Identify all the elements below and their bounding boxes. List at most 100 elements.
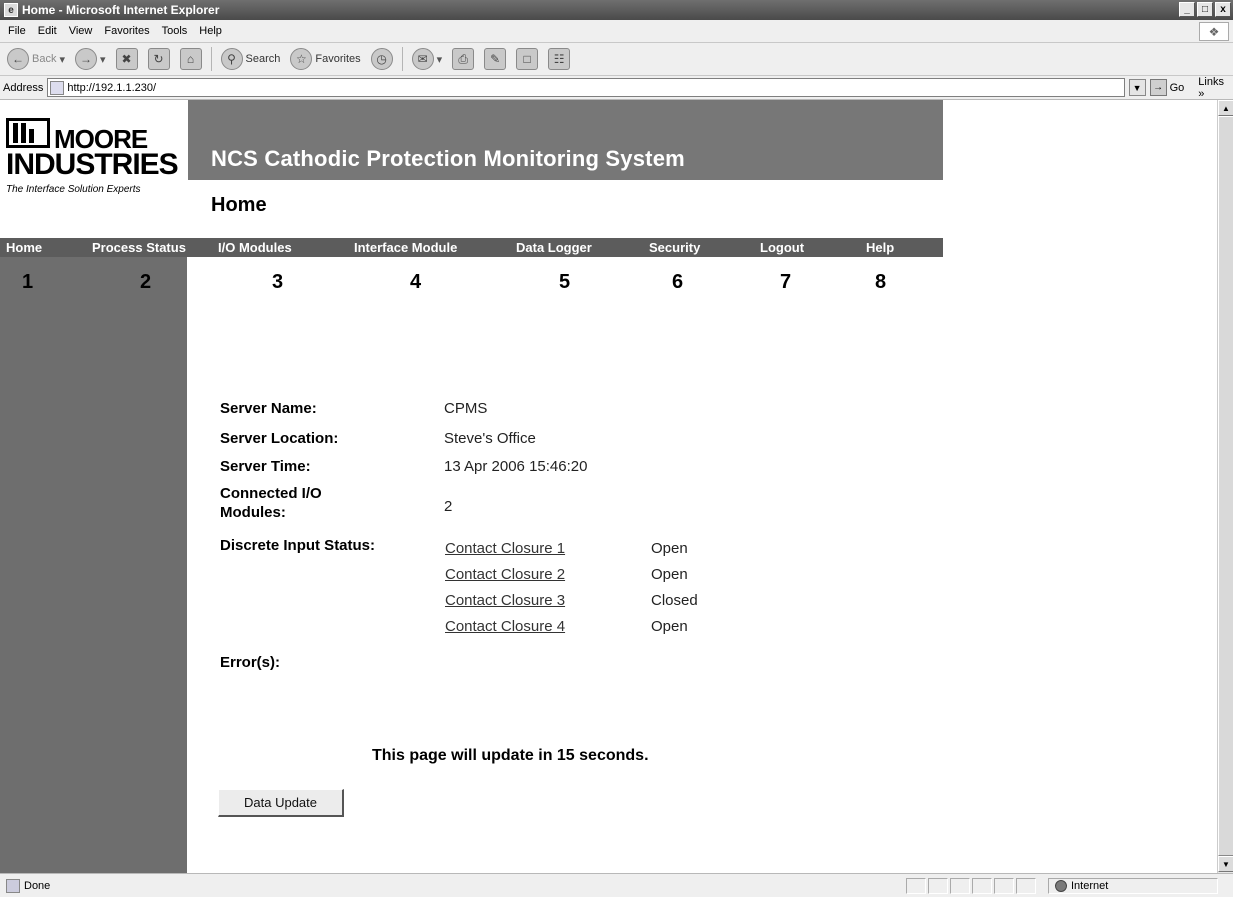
discuss-button[interactable]: □: [513, 46, 541, 72]
errors-label: Error(s):: [220, 654, 281, 671]
mail-button[interactable]: ✉ ▾: [409, 46, 446, 72]
nav-help[interactable]: Help: [866, 240, 894, 255]
data-update-button[interactable]: Data Update: [218, 789, 344, 817]
addressbar: Address http://192.1.1.230/ ▼ → Go Links…: [0, 76, 1233, 100]
status-panel: [1016, 878, 1036, 894]
maximize-button[interactable]: □: [1197, 2, 1213, 17]
contact-closure-1-state: Open: [651, 540, 688, 557]
nav-io-modules[interactable]: I/O Modules: [218, 240, 292, 255]
status-panel: [994, 878, 1014, 894]
forward-button[interactable]: → ▾: [72, 46, 109, 72]
connected-modules-label-line1: Connected I/O: [220, 485, 322, 502]
server-location-value: Steve's Office: [444, 430, 536, 447]
site-title: NCS Cathodic Protection Monitoring Syste…: [211, 146, 685, 171]
menubar: File Edit View Favorites Tools Help ❖: [0, 20, 1233, 43]
server-name-value: CPMS: [444, 400, 488, 417]
status-text: Done: [6, 878, 51, 893]
go-button[interactable]: → Go: [1149, 79, 1185, 96]
star-icon: ☆: [290, 48, 313, 70]
logo-industries-text: INDUSTRIES: [6, 148, 179, 181]
stop-button[interactable]: ✖: [113, 46, 141, 72]
scroll-up-icon[interactable]: ▲: [1218, 100, 1233, 116]
nav-number-2: 2: [140, 271, 152, 293]
discrete-input-status-label: Discrete Input Status:: [220, 537, 376, 554]
menu-view[interactable]: View: [63, 25, 99, 37]
page-title: Home: [211, 194, 267, 216]
nav-interface-module[interactable]: Interface Module: [354, 240, 457, 255]
page-done-icon: [6, 878, 20, 893]
close-button[interactable]: x: [1215, 2, 1231, 17]
moore-industries-logo: MOORE INDUSTRIES The Interface Solution …: [4, 110, 184, 202]
statusbar: Done Internet: [0, 873, 1233, 897]
chevron-down-icon: ▾: [59, 53, 65, 66]
server-name-label: Server Name:: [220, 400, 317, 417]
nav-number-4: 4: [410, 271, 422, 293]
nav-process-status[interactable]: Process Status: [92, 240, 186, 255]
search-button[interactable]: ⚲ Search: [218, 46, 284, 72]
scroll-down-icon[interactable]: ▼: [1218, 856, 1233, 872]
nav-number-8: 8: [875, 271, 887, 293]
page-icon: [50, 80, 65, 95]
chevron-down-icon: ▾: [436, 53, 443, 66]
contact-closure-1-link[interactable]: Contact Closure 1: [445, 540, 565, 557]
research-button[interactable]: ☷: [545, 46, 573, 72]
nav-number-1: 1: [22, 271, 34, 293]
address-dropdown-button[interactable]: ▼: [1128, 79, 1146, 96]
links-button[interactable]: Links »: [1198, 76, 1233, 100]
globe-icon: [1055, 880, 1067, 892]
history-icon: ◷: [370, 48, 393, 70]
back-button[interactable]: ← Back ▾: [4, 46, 68, 72]
home-icon: ⌂: [179, 48, 202, 70]
contact-closure-2-link[interactable]: Contact Closure 2: [445, 566, 565, 583]
scroll-thumb[interactable]: [1218, 116, 1233, 856]
go-label: Go: [1169, 81, 1185, 94]
home-button[interactable]: ⌂: [177, 46, 205, 72]
status-panels: [906, 878, 1036, 894]
window-title: Home - Microsoft Internet Explorer: [22, 3, 220, 17]
contact-closure-4-link[interactable]: Contact Closure 4: [445, 618, 565, 635]
logo-mark-icon: [6, 118, 50, 148]
contact-closure-4-state: Open: [651, 618, 688, 635]
toolbar-separator: [401, 47, 403, 71]
favorites-button[interactable]: ☆ Favorites: [287, 46, 363, 72]
nav-logout[interactable]: Logout: [760, 240, 804, 255]
vertical-scrollbar[interactable]: ▲ ▼: [1217, 100, 1233, 873]
refresh-button[interactable]: ↻: [145, 46, 173, 72]
menu-file[interactable]: File: [2, 25, 32, 37]
toolbar-separator: [210, 47, 212, 71]
menu-help[interactable]: Help: [193, 25, 228, 37]
nav-security[interactable]: Security: [649, 240, 700, 255]
status-label: Done: [24, 879, 51, 892]
ie-icon: e: [4, 3, 18, 17]
search-icon: ⚲: [220, 48, 243, 70]
windows-logo-icon: ❖: [1199, 22, 1229, 41]
minimize-button[interactable]: _: [1179, 2, 1195, 17]
research-icon: ☷: [548, 48, 571, 70]
address-input[interactable]: http://192.1.1.230/: [47, 78, 1125, 97]
update-countdown-message: This page will update in 15 seconds.: [372, 747, 649, 764]
logo-tagline: The Interface Solution Experts: [6, 184, 141, 195]
status-panel: [972, 878, 992, 894]
nav-number-5: 5: [559, 271, 571, 293]
nav-data-logger[interactable]: Data Logger: [516, 240, 592, 255]
address-label: Address: [3, 81, 44, 94]
window-controls: _ □ x: [1179, 2, 1231, 17]
page-viewport: MOORE INDUSTRIES The Interface Solution …: [0, 100, 1217, 873]
nav-number-6: 6: [672, 271, 684, 293]
favorites-label: Favorites: [315, 53, 361, 65]
sidebar: [0, 257, 187, 873]
contact-closure-2-state: Open: [651, 566, 688, 583]
print-button[interactable]: ⎙: [449, 46, 477, 72]
history-button[interactable]: ◷: [368, 46, 396, 72]
chevron-down-icon: ▾: [100, 53, 106, 66]
nav-home[interactable]: Home: [6, 240, 42, 255]
status-panel: [950, 878, 970, 894]
window-titlebar: e Home - Microsoft Internet Explorer _ □…: [0, 0, 1233, 20]
menu-favorites[interactable]: Favorites: [98, 25, 155, 37]
nav-number-7: 7: [780, 271, 792, 293]
contact-closure-3-link[interactable]: Contact Closure 3: [445, 592, 565, 609]
edit-button[interactable]: ✎: [481, 46, 509, 72]
menu-tools[interactable]: Tools: [156, 25, 194, 37]
menu-edit[interactable]: Edit: [32, 25, 63, 37]
go-arrow-icon: →: [1149, 79, 1167, 96]
